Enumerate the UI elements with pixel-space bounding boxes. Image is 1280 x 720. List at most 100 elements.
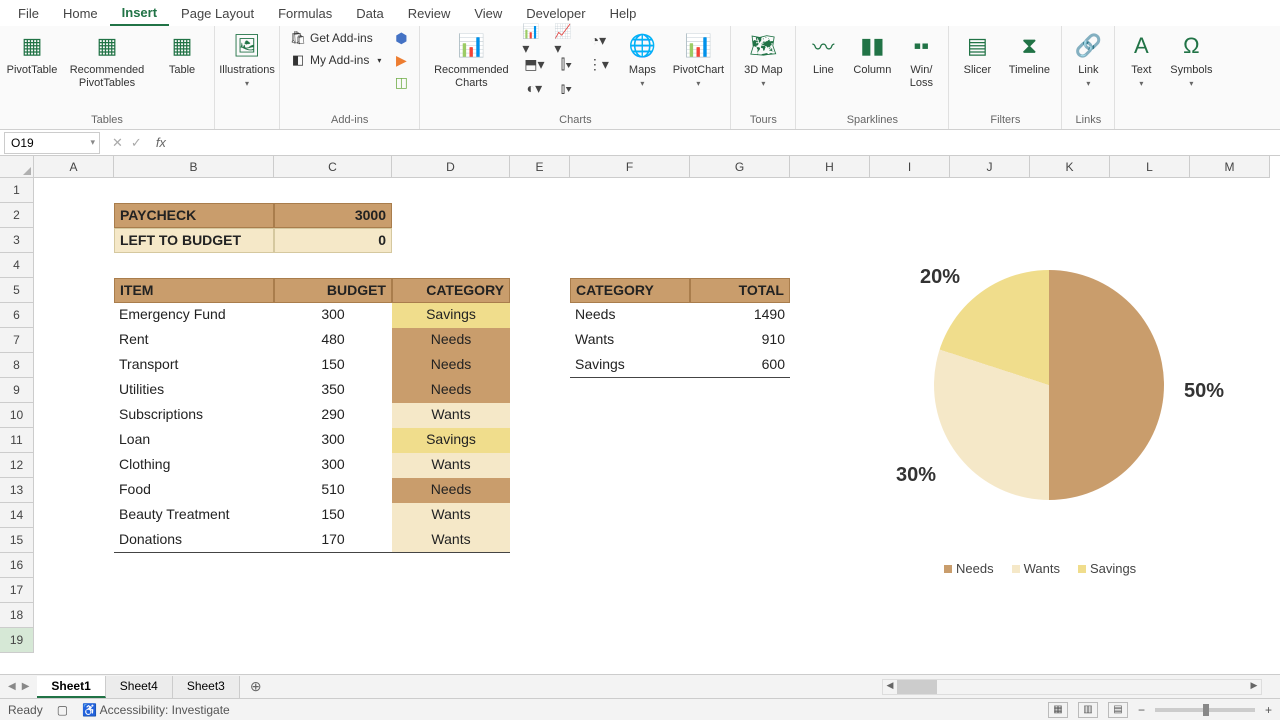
maps-button[interactable]: 🌐Maps▾ xyxy=(616,28,668,90)
col-header-I[interactable]: I xyxy=(870,156,950,178)
cell-D7[interactable]: Needs xyxy=(392,328,510,353)
row-header-18[interactable]: 18 xyxy=(0,603,34,628)
col-header-L[interactable]: L xyxy=(1110,156,1190,178)
col-header-G[interactable]: G xyxy=(690,156,790,178)
row-header-11[interactable]: 11 xyxy=(0,428,34,453)
cell-B6[interactable]: Emergency Fund xyxy=(114,303,274,328)
sparkline-line-button[interactable]: 〰Line xyxy=(802,28,844,79)
cell-G7[interactable]: 910 xyxy=(690,328,790,353)
sparkline-winloss-button[interactable]: ▪▪Win/ Loss xyxy=(900,28,942,91)
cell-D15[interactable]: Wants xyxy=(392,528,510,553)
page-break-view-button[interactable]: ▤ xyxy=(1108,702,1128,718)
row-header-7[interactable]: 7 xyxy=(0,328,34,353)
menu-review[interactable]: Review xyxy=(396,2,463,25)
zoom-in-button[interactable]: + xyxy=(1265,703,1272,717)
row-header-4[interactable]: 4 xyxy=(0,253,34,278)
cell-G5[interactable]: TOTAL xyxy=(690,278,790,303)
cell-C3[interactable]: 0 xyxy=(274,228,392,253)
pivotchart-button[interactable]: 📊PivotChart▾ xyxy=(672,28,724,90)
col-header-K[interactable]: K xyxy=(1030,156,1110,178)
zoom-slider[interactable] xyxy=(1155,708,1255,712)
cell-C7[interactable]: 480 xyxy=(274,328,392,353)
sheet-tab-1[interactable]: Sheet1 xyxy=(37,676,105,698)
cell-B5[interactable]: ITEM xyxy=(114,278,274,303)
chevron-down-icon[interactable]: ▾ xyxy=(90,137,95,148)
row-header-19[interactable]: 19 xyxy=(0,628,34,653)
row-header-2[interactable]: 2 xyxy=(0,203,34,228)
pivottable-button[interactable]: ▦PivotTable xyxy=(6,28,58,79)
cell-C9[interactable]: 350 xyxy=(274,378,392,403)
illustrations-button[interactable]: 🖼Illustrations▾ xyxy=(221,28,273,90)
menu-page-layout[interactable]: Page Layout xyxy=(169,2,266,25)
row-header-5[interactable]: 5 xyxy=(0,278,34,303)
3d-map-button[interactable]: 🗺3D Map▾ xyxy=(737,28,789,90)
pie-chart[interactable]: 50% 30% 20% Needs Wants Savings xyxy=(904,270,1244,570)
cell-C8[interactable]: 150 xyxy=(274,353,392,378)
horizontal-scrollbar[interactable]: ◀ ▶ xyxy=(882,679,1262,695)
sheet-tab-3[interactable]: Sheet3 xyxy=(173,676,240,698)
menu-data[interactable]: Data xyxy=(344,2,395,25)
cell-B15[interactable]: Donations xyxy=(114,528,274,553)
row-header-1[interactable]: 1 xyxy=(0,178,34,203)
visio-icon[interactable]: ◫ xyxy=(389,72,413,92)
cell-B9[interactable]: Utilities xyxy=(114,378,274,403)
accessibility-status[interactable]: ♿ Accessibility: Investigate xyxy=(82,703,230,717)
waterfall-chart-icon[interactable]: ◐▾ xyxy=(522,78,546,98)
sheet-nav-next[interactable]: ▶ xyxy=(22,681,30,692)
cell-F7[interactable]: Wants xyxy=(570,328,690,353)
scroll-left-icon[interactable]: ◀ xyxy=(883,680,897,694)
cell-B12[interactable]: Clothing xyxy=(114,453,274,478)
row-header-14[interactable]: 14 xyxy=(0,503,34,528)
macro-record-icon[interactable]: ▢ xyxy=(57,703,68,717)
cell-B14[interactable]: Beauty Treatment xyxy=(114,503,274,528)
cell-B3[interactable]: LEFT TO BUDGET xyxy=(114,228,274,253)
sparkline-column-button[interactable]: ▮▮Column xyxy=(848,28,896,79)
cell-C13[interactable]: 510 xyxy=(274,478,392,503)
cell-F6[interactable]: Needs xyxy=(570,303,690,328)
row-header-16[interactable]: 16 xyxy=(0,553,34,578)
cell-C10[interactable]: 290 xyxy=(274,403,392,428)
row-header-13[interactable]: 13 xyxy=(0,478,34,503)
cell-B8[interactable]: Transport xyxy=(114,353,274,378)
scroll-right-icon[interactable]: ▶ xyxy=(1247,680,1261,694)
my-addins-button[interactable]: ◧My Add-ins▾ xyxy=(286,50,385,70)
col-header-J[interactable]: J xyxy=(950,156,1030,178)
cell-C6[interactable]: 300 xyxy=(274,303,392,328)
cell-B13[interactable]: Food xyxy=(114,478,274,503)
menu-formulas[interactable]: Formulas xyxy=(266,2,344,25)
cell-B11[interactable]: Loan xyxy=(114,428,274,453)
menu-home[interactable]: Home xyxy=(51,2,110,25)
col-header-E[interactable]: E xyxy=(510,156,570,178)
text-button[interactable]: AText▾ xyxy=(1121,28,1161,90)
combo-chart-icon[interactable]: ⫾▾ xyxy=(554,78,578,98)
cell-B7[interactable]: Rent xyxy=(114,328,274,353)
cell-C12[interactable]: 300 xyxy=(274,453,392,478)
cell-B2[interactable]: PAYCHECK xyxy=(114,203,274,228)
table-button[interactable]: ▦Table xyxy=(156,28,208,79)
pie-chart-icon[interactable]: ◔▾ xyxy=(586,30,610,50)
menu-insert[interactable]: Insert xyxy=(110,1,169,26)
cell-D10[interactable]: Wants xyxy=(392,403,510,428)
row-header-3[interactable]: 3 xyxy=(0,228,34,253)
cell-D9[interactable]: Needs xyxy=(392,378,510,403)
recommended-pivottables-button[interactable]: ▦Recommended PivotTables xyxy=(62,28,152,91)
menu-help[interactable]: Help xyxy=(598,2,649,25)
cell-D13[interactable]: Needs xyxy=(392,478,510,503)
statistic-chart-icon[interactable]: ⫿▾ xyxy=(554,54,578,74)
row-header-8[interactable]: 8 xyxy=(0,353,34,378)
spreadsheet-grid[interactable]: ABCDEFGHIJKLM 12345678910111213141516171… xyxy=(0,156,1280,672)
bing-maps-icon[interactable]: ⬢ xyxy=(389,28,413,48)
menu-developer[interactable]: Developer xyxy=(514,2,597,25)
sheet-tab-4[interactable]: Sheet4 xyxy=(106,676,173,698)
col-header-A[interactable]: A xyxy=(34,156,114,178)
new-sheet-button[interactable]: ⊕ xyxy=(240,678,272,695)
page-layout-view-button[interactable]: ▥ xyxy=(1078,702,1098,718)
col-header-F[interactable]: F xyxy=(570,156,690,178)
scroll-thumb[interactable] xyxy=(897,680,937,694)
slicer-button[interactable]: ▤Slicer xyxy=(955,28,999,79)
get-addins-button[interactable]: 🛍Get Add-ins xyxy=(286,28,385,48)
row-header-6[interactable]: 6 xyxy=(0,303,34,328)
col-header-H[interactable]: H xyxy=(790,156,870,178)
people-graph-icon[interactable]: ▶ xyxy=(389,50,413,70)
row-header-17[interactable]: 17 xyxy=(0,578,34,603)
